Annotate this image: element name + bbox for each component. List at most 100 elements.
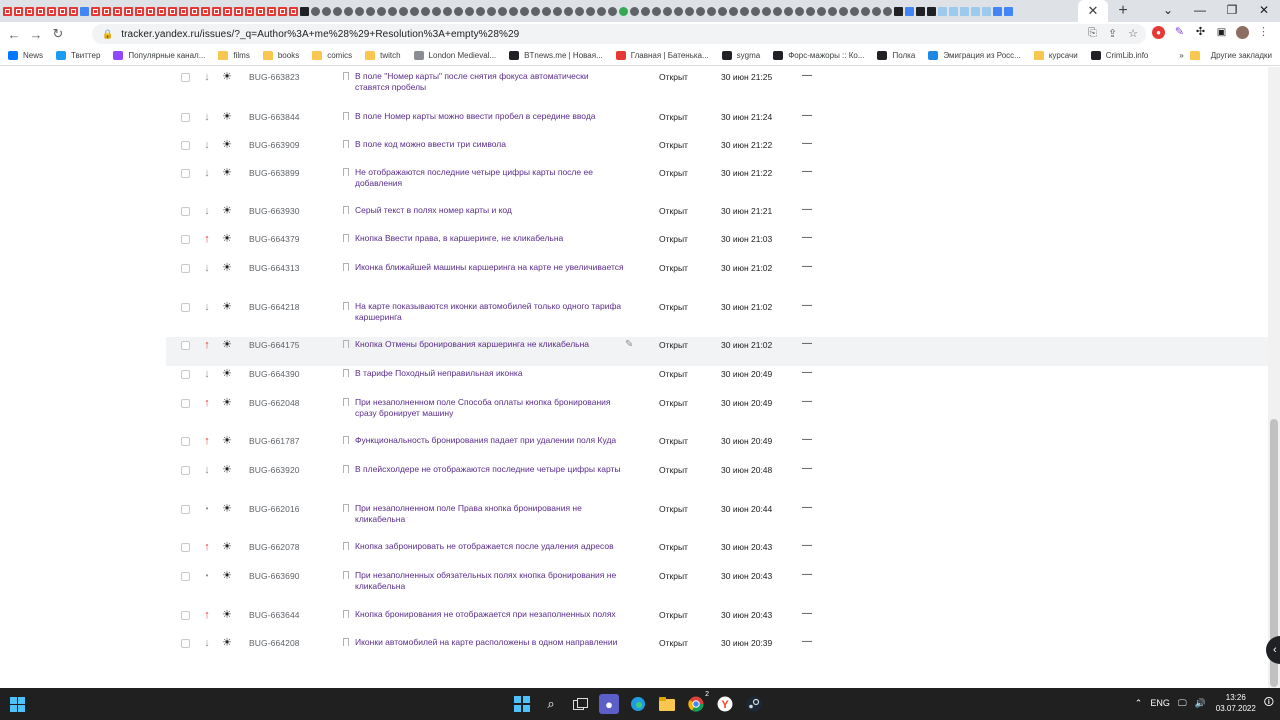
table-row[interactable]: ↓ ☀ BUG-663823 В поле "Номер карты" после с…	[166, 69, 1268, 107]
issue-key[interactable]: BUG-664218	[249, 302, 300, 312]
table-row[interactable]: ↓ ☀ BUG-664390 В тарифе Походный неправильн…	[166, 366, 1268, 395]
issue-title[interactable]: Кнопка Ввести права, в каршеринге, не кл…	[355, 233, 625, 244]
table-row[interactable]: ↓ ☀ BUG-663920 В плейсхолдере не отображают…	[166, 462, 1268, 501]
tab-favicon[interactable]	[36, 6, 45, 16]
row-checkbox[interactable]	[181, 543, 190, 552]
tab-favicon[interactable]	[190, 6, 199, 16]
issue-status[interactable]: Открыт	[659, 369, 688, 379]
table-row[interactable]: ↓ ☀ BUG-664313 Иконка ближайшей машины карш…	[166, 260, 1268, 299]
menu-icon[interactable]: ⋮	[1257, 26, 1270, 39]
tab-favicon[interactable]	[674, 6, 683, 16]
row-checkbox[interactable]	[181, 141, 190, 150]
table-row[interactable]: • ☀ BUG-662016 При незаполненном поле Права…	[166, 501, 1268, 539]
issue-title[interactable]: Кнопка Отмены бронирования каршеринга не…	[355, 339, 625, 350]
bookmark-icon[interactable]	[343, 369, 349, 377]
bookmark-item[interactable]: BTnews.me | Новая...	[509, 51, 603, 60]
row-checkbox[interactable]	[181, 113, 190, 122]
issue-title[interactable]: Серый текст в полях номер карты и код	[355, 205, 625, 216]
bookmark-item[interactable]: курсачи	[1033, 51, 1078, 60]
issue-status[interactable]: Открыт	[659, 302, 688, 312]
issue-key[interactable]: BUG-664175	[249, 340, 300, 350]
tab-favicon[interactable]	[861, 6, 870, 16]
tab-favicon[interactable]	[465, 6, 474, 16]
tab-favicon[interactable]	[311, 6, 320, 16]
issue-key[interactable]: BUG-663690	[249, 571, 300, 581]
bookmark-item[interactable]: Популярные канал...	[113, 51, 205, 60]
issue-status[interactable]: Открыт	[659, 72, 688, 82]
address-bar[interactable]: 🔒 tracker.yandex.ru/issues/?_q=Author%3A…	[92, 24, 1146, 44]
avatar[interactable]	[1236, 26, 1249, 39]
issue-key[interactable]: BUG-663930	[249, 206, 300, 216]
tab-favicon[interactable]	[399, 6, 408, 16]
tab-favicon[interactable]	[377, 6, 386, 16]
tab-favicon[interactable]	[564, 6, 573, 16]
restore-button[interactable]: ❐	[1216, 0, 1248, 22]
bookmark-icon[interactable]	[343, 638, 349, 646]
table-row[interactable]: ↓ ☀ BUG-663930 Серый текст в полях номер ка…	[166, 203, 1268, 231]
issue-status[interactable]: Открыт	[659, 340, 688, 350]
row-checkbox[interactable]	[181, 341, 190, 350]
row-checkbox[interactable]	[181, 303, 190, 312]
issue-key[interactable]: BUG-663844	[249, 112, 300, 122]
bookmark-icon[interactable]	[343, 206, 349, 214]
forward-button[interactable]: →	[25, 27, 47, 42]
tab-favicon[interactable]	[806, 6, 815, 16]
issue-status[interactable]: Открыт	[659, 398, 688, 408]
tab-favicon[interactable]	[916, 6, 925, 16]
bookmark-star-icon[interactable]: ☆	[1128, 27, 1138, 40]
issue-status[interactable]: Открыт	[659, 465, 688, 475]
issue-title[interactable]: Кнопка забронировать не отображается пос…	[355, 541, 625, 552]
tab-favicon[interactable]	[366, 6, 375, 16]
table-row[interactable]: ↓ ☀ BUG-663909 В поле код можно ввести три …	[166, 137, 1268, 165]
table-row[interactable]: ↑ ☀ BUG-662048 При незаполненном поле Спосо…	[166, 395, 1268, 433]
bookmark-item[interactable]: books	[262, 51, 299, 60]
tab-favicon[interactable]	[817, 6, 826, 16]
bookmark-icon[interactable]	[343, 302, 349, 310]
tab-favicon[interactable]	[234, 6, 243, 16]
tab-favicon[interactable]	[960, 6, 969, 16]
table-row[interactable]: ↑ ☀ BUG-664175 Кнопка Отмены бронирования к…	[166, 337, 1268, 366]
tab-favicon[interactable]	[355, 6, 364, 16]
tab-favicon[interactable]	[971, 6, 980, 16]
lock-icon[interactable]: 🔒	[102, 29, 113, 40]
reload-button[interactable]: ↻	[47, 26, 69, 42]
other-bookmarks-button[interactable]: Другие закладки	[1211, 51, 1272, 60]
active-tab[interactable]: ✕	[1078, 0, 1108, 22]
issue-status[interactable]: Открыт	[659, 571, 688, 581]
tab-favicon[interactable]	[663, 6, 672, 16]
tab-favicon[interactable]	[927, 6, 936, 16]
row-checkbox[interactable]	[181, 639, 190, 648]
issue-status[interactable]: Открыт	[659, 504, 688, 514]
tab-favicon[interactable]	[498, 6, 507, 16]
tab-favicon[interactable]	[542, 6, 551, 16]
tab-favicon[interactable]	[773, 6, 782, 16]
tab-favicon[interactable]	[102, 6, 111, 16]
row-checkbox[interactable]	[181, 264, 190, 273]
issue-status[interactable]: Открыт	[659, 263, 688, 273]
row-checkbox[interactable]	[181, 505, 190, 514]
language-indicator[interactable]: ENG	[1150, 698, 1170, 708]
tab-favicon[interactable]	[850, 6, 859, 16]
table-row[interactable]: ↓ ☀ BUG-664218 На карте показываются иконки…	[166, 299, 1268, 337]
tab-favicon[interactable]	[124, 6, 133, 16]
issue-key[interactable]: BUG-663644	[249, 610, 300, 620]
tab-favicon[interactable]	[718, 6, 727, 16]
issue-title[interactable]: Иконка ближайшей машины каршеринга на ка…	[355, 262, 625, 273]
minimize-button[interactable]: —	[1184, 0, 1216, 22]
tab-favicon[interactable]	[520, 6, 529, 16]
url-text[interactable]: tracker.yandex.ru/issues/?_q=Author%3A+m…	[121, 29, 519, 40]
tab-favicon[interactable]	[443, 6, 452, 16]
tab-favicon[interactable]	[454, 6, 463, 16]
issue-key[interactable]: BUG-664313	[249, 263, 300, 273]
tab-favicon[interactable]	[25, 6, 34, 16]
tab-favicon[interactable]	[762, 6, 771, 16]
bookmark-item[interactable]: Главная | Батенька...	[615, 51, 709, 60]
tab-favicon[interactable]	[113, 6, 122, 16]
issue-title[interactable]: В плейсхолдере не отображаются последние…	[355, 464, 625, 475]
table-row[interactable]: ↓ ☀ BUG-663899 Не отображаются последние че…	[166, 165, 1268, 203]
tab-favicon[interactable]	[58, 6, 67, 16]
tab-favicon[interactable]	[168, 6, 177, 16]
issue-status[interactable]: Открыт	[659, 610, 688, 620]
tab-favicon[interactable]	[993, 6, 1002, 16]
bookmark-icon[interactable]	[343, 504, 349, 512]
